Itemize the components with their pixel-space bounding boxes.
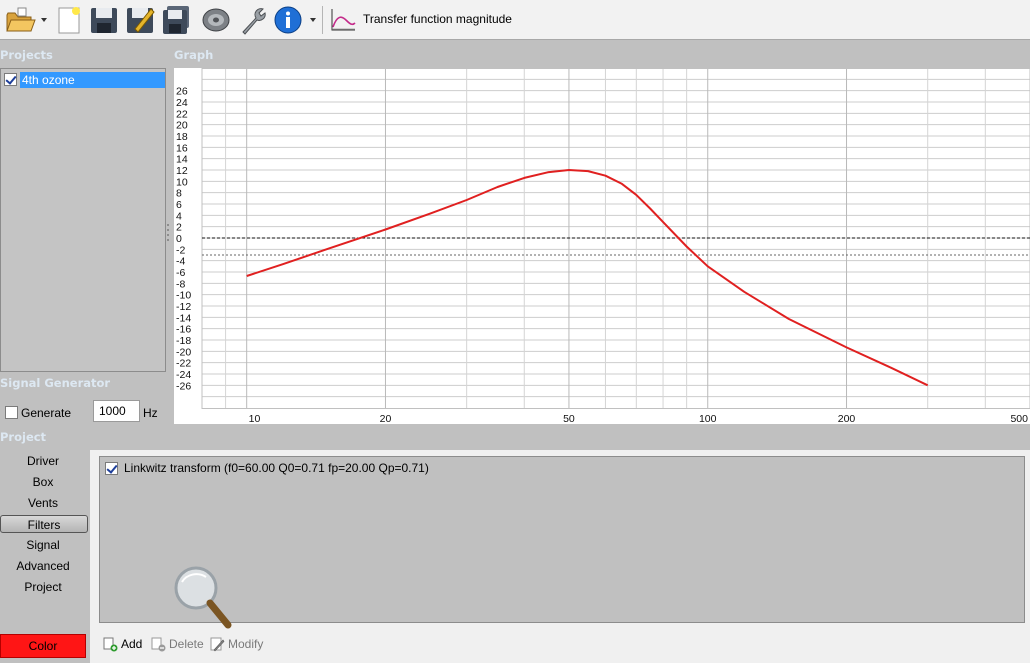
y-tick-label: -8 <box>176 278 185 290</box>
speaker-icon[interactable] <box>200 4 232 36</box>
delete-icon <box>151 637 166 651</box>
add-icon <box>103 637 118 651</box>
y-tick-label: 20 <box>176 120 188 132</box>
y-tick-label: -10 <box>176 290 191 302</box>
filter-checkbox[interactable] <box>105 462 118 475</box>
toolbar-separator <box>322 6 323 34</box>
x-tick-labels: 10 20 50 100 200 500 <box>249 413 1028 424</box>
y-tick-label: -24 <box>176 369 191 381</box>
new-document-icon[interactable] <box>53 4 85 36</box>
nav-driver[interactable]: Driver <box>0 452 86 470</box>
project-header: Project <box>0 430 47 444</box>
add-label: Add <box>121 637 143 651</box>
magnifier-icon <box>172 565 234 631</box>
transfer-function-chart: 26242220181614121086420-2-4-6-8-10-12-14… <box>176 68 1030 424</box>
nav-vents[interactable]: Vents <box>0 494 86 512</box>
project-checkbox[interactable] <box>4 73 17 86</box>
y-tick-label: 14 <box>176 154 188 166</box>
y-tick-label: -16 <box>176 324 191 336</box>
toolbar: Transfer function magnitude <box>0 0 1030 40</box>
open-folder-icon[interactable] <box>4 4 36 36</box>
y-tick-label: -12 <box>176 301 191 313</box>
project-label[interactable]: 4th ozone <box>20 72 165 88</box>
y-tick-label: 12 <box>176 165 188 177</box>
y-tick-labels: 26242220181614121086420-2-4-6-8-10-12-14… <box>176 86 191 393</box>
chart-icon[interactable] <box>328 4 358 36</box>
reference-lines <box>202 237 1030 256</box>
graph-panel[interactable]: 26 24 22 20 18 16 14 12 10 8 6 4 2 0 -2 -4 -6 -8 -10 -12 -14… <box>174 68 1030 424</box>
nav-filters[interactable]: Filters <box>0 515 88 533</box>
x-tick-label: 200 <box>838 413 856 424</box>
y-tick-label: -6 <box>176 267 185 279</box>
nav-advanced[interactable]: Advanced <box>0 557 86 575</box>
y-tick-label: 18 <box>176 131 188 143</box>
grid <box>201 68 1030 409</box>
y-tick-label: -2 <box>176 244 185 256</box>
y-tick-label: 26 <box>176 86 188 98</box>
x-tick-label: 50 <box>563 413 575 424</box>
generate-label: Generate <box>21 406 72 420</box>
wrench-icon[interactable] <box>237 4 269 36</box>
info-dropdown-arrow[interactable] <box>309 14 317 24</box>
info-icon[interactable] <box>272 4 304 36</box>
y-tick-label: 6 <box>176 199 182 211</box>
y-tick-label: -14 <box>176 312 191 324</box>
y-tick-label: 4 <box>176 210 182 222</box>
nav-box[interactable]: Box <box>0 473 86 491</box>
nav-project[interactable]: Project <box>0 578 86 596</box>
graph-header: Graph <box>174 48 214 62</box>
save-icon[interactable] <box>88 4 120 36</box>
save-all-icon[interactable] <box>160 4 192 36</box>
modify-icon <box>210 637 225 651</box>
open-dropdown-arrow[interactable] <box>40 14 48 24</box>
frequency-unit: Hz <box>143 406 158 420</box>
y-tick-label: -18 <box>176 335 191 347</box>
y-tick-label: -26 <box>176 380 191 392</box>
y-tick-label: -22 <box>176 358 191 370</box>
series-line <box>246 169 929 387</box>
splitter-grip[interactable] <box>166 222 172 244</box>
delete-button[interactable]: Delete <box>151 635 204 653</box>
x-tick-label: 500 <box>1010 413 1028 424</box>
modify-button[interactable]: Modify <box>210 635 263 653</box>
y-tick-label: 0 <box>176 233 182 245</box>
y-tick-label: -20 <box>176 346 191 358</box>
y-tick-label: 2 <box>176 222 182 234</box>
x-tick-label: 20 <box>380 413 392 424</box>
projects-list: 4th ozone <box>0 68 166 372</box>
color-button[interactable]: Color <box>0 634 86 658</box>
save-as-icon[interactable] <box>124 4 156 36</box>
filter-item-label[interactable]: Linkwitz transform (f0=60.00 Q0=0.71 fp=… <box>124 461 429 475</box>
y-tick-label: -4 <box>176 256 185 268</box>
project-item[interactable]: 4th ozone <box>1 71 165 89</box>
series-layer <box>246 169 929 387</box>
delete-label: Delete <box>169 637 204 651</box>
generate-checkbox[interactable] <box>5 406 18 419</box>
frequency-input[interactable] <box>93 400 140 422</box>
x-tick-label: 10 <box>249 413 261 424</box>
y-tick-label: 24 <box>176 97 188 109</box>
filters-list: Linkwitz transform (f0=60.00 Q0=0.71 fp=… <box>99 456 1025 623</box>
nav-signal[interactable]: Signal <box>0 536 86 554</box>
y-tick-label: 10 <box>176 176 188 188</box>
modify-label: Modify <box>228 637 264 651</box>
x-tick-label: 100 <box>699 413 717 424</box>
y-tick-label: 16 <box>176 142 188 154</box>
add-button[interactable]: Add <box>103 635 142 653</box>
projects-header: Projects <box>0 48 53 62</box>
y-tick-label: 8 <box>176 188 182 200</box>
y-tick-label: 22 <box>176 108 188 120</box>
view-title: Transfer function magnitude <box>363 12 512 26</box>
signal-generator-header: Signal Generator <box>0 376 111 390</box>
